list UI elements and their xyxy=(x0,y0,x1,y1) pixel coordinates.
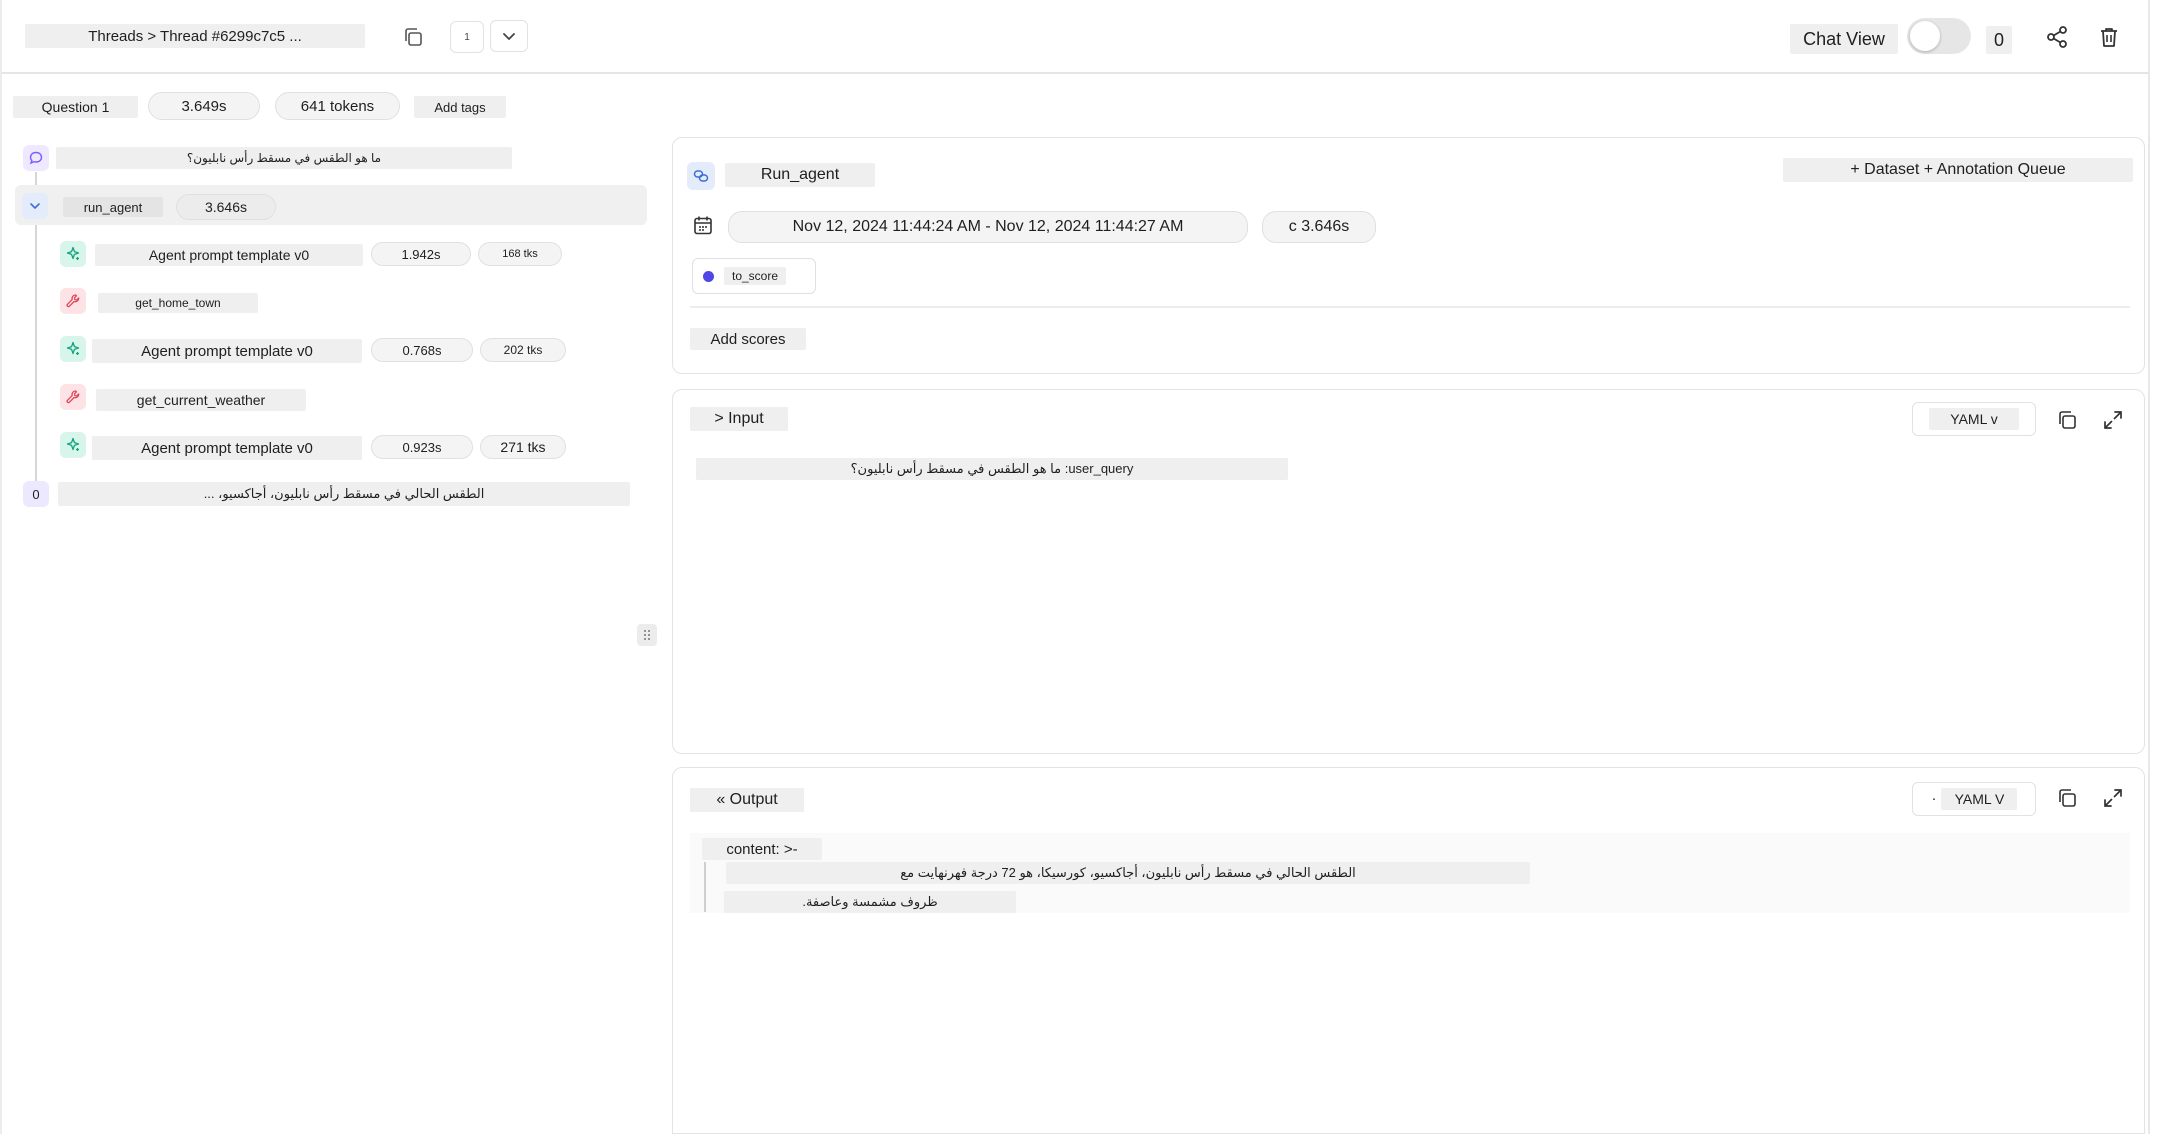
left-edge-divider xyxy=(0,0,2,1134)
share-button[interactable] xyxy=(2040,20,2074,54)
copy-output-button[interactable] xyxy=(2052,783,2082,813)
trace-row-tokens: 202 tks xyxy=(480,338,566,362)
ai-message-badge[interactable]: 0 xyxy=(23,481,49,507)
ai-message-text[interactable]: الطقس الحالي في مسقط رأس نابليون، أجاكسي… xyxy=(58,482,630,506)
output-line-1: الطقس الحالي في مسقط رأس نابليون، أجاكسي… xyxy=(726,862,1530,884)
run-name: Run_agent xyxy=(725,163,875,187)
output-format-value: YAML V xyxy=(1941,788,2018,810)
input-section-toggle[interactable]: > Input xyxy=(690,407,788,431)
next-thread-button[interactable] xyxy=(490,20,528,52)
tree-connector xyxy=(35,222,37,452)
trace-row-latency: 0.768s xyxy=(371,338,473,362)
trace-row-tokens: 271 tks xyxy=(480,435,566,459)
copy-input-button[interactable] xyxy=(2052,405,2082,435)
tag-label: to_score xyxy=(724,267,787,285)
tool-node-icon-box xyxy=(60,384,86,410)
right-edge-divider xyxy=(2148,0,2150,1134)
trace-row-label[interactable]: Agent prompt template v0 xyxy=(92,436,362,460)
expand-output-button[interactable] xyxy=(2098,783,2128,813)
question-label: Question 1 xyxy=(13,96,138,118)
chain-node-icon-box xyxy=(687,162,715,190)
drag-handle-icon xyxy=(644,630,650,640)
sparkle-icon xyxy=(66,437,80,451)
tag-to-score[interactable]: to_score xyxy=(692,258,816,294)
run-agent-latency: 3.646s xyxy=(176,194,276,220)
expand-icon xyxy=(2104,789,2122,807)
total-latency-badge: 3.649s xyxy=(148,92,260,120)
header-divider xyxy=(0,72,2150,74)
output-line-2: ظروف مشمسة وعاصفة. xyxy=(724,891,1016,913)
chevron-down-icon xyxy=(503,33,515,41)
llm-node-icon-box xyxy=(60,241,86,267)
link-chain-icon xyxy=(693,170,709,182)
input-format-select[interactable]: YAML v xyxy=(1912,402,2036,436)
trash-icon xyxy=(2101,28,2117,47)
wrench-icon xyxy=(66,294,80,308)
run-duration: c 3.646s xyxy=(1262,211,1376,243)
sparkle-icon xyxy=(66,246,80,260)
output-section-toggle[interactable]: « Output xyxy=(690,788,804,812)
output-format-prefix: ٠ xyxy=(1930,791,1938,806)
run-details-divider xyxy=(690,306,2130,308)
toggle-knob xyxy=(1910,21,1940,51)
copy-icon xyxy=(405,28,422,46)
add-to-dataset-button[interactable]: + Dataset + Annotation Queue xyxy=(1783,158,2133,182)
collapse-run-agent-button[interactable] xyxy=(22,193,48,219)
output-panel xyxy=(672,767,2145,1134)
trace-row-tokens: 168 tks xyxy=(478,242,562,266)
pane-resize-handle[interactable] xyxy=(637,624,657,646)
input-panel xyxy=(672,389,2145,754)
llm-node-icon-box xyxy=(60,336,86,362)
input-query-value: user_query: ما هو الطقس في مسقط رأس نابل… xyxy=(696,458,1288,480)
delete-button[interactable] xyxy=(2092,20,2126,54)
chat-bubble-icon xyxy=(29,151,43,165)
chat-view-toggle[interactable] xyxy=(1907,18,1971,54)
count-badge: 0 xyxy=(1986,26,2012,54)
trace-row-label[interactable]: get_home_town xyxy=(98,293,258,313)
run-agent-label: run_agent xyxy=(63,197,163,217)
calendar-icon-box xyxy=(690,212,716,238)
output-content-key: content: >- xyxy=(702,838,822,860)
trace-row-latency: 0.923s xyxy=(371,435,473,459)
llm-node-icon-box xyxy=(60,432,86,458)
chevron-down-icon xyxy=(30,203,40,210)
wrench-icon xyxy=(66,390,80,404)
expand-icon xyxy=(2104,411,2122,429)
tool-node-icon-box xyxy=(60,288,86,314)
chat-view-label: Chat View xyxy=(1790,24,1898,54)
add-tags-button[interactable]: Add tags xyxy=(414,96,506,118)
trace-row-label[interactable]: Agent prompt template v0 xyxy=(95,244,363,266)
share-icon xyxy=(2047,26,2067,48)
trace-row-latency: 1.942s xyxy=(371,242,471,266)
copy-icon xyxy=(2059,411,2076,429)
add-scores-button[interactable]: Add scores xyxy=(690,328,806,350)
sparkle-icon xyxy=(66,341,80,355)
output-format-select[interactable]: ٠ YAML V xyxy=(1912,782,2036,816)
breadcrumb[interactable]: Threads > Thread #6299c7c5 ... xyxy=(25,24,365,48)
copy-icon xyxy=(2059,789,2076,807)
page-counter: 1 xyxy=(450,21,484,53)
human-message-node[interactable] xyxy=(23,145,49,171)
run-time-range: Nov 12, 2024 11:44:24 AM - Nov 12, 2024 … xyxy=(728,211,1248,243)
total-tokens-badge[interactable]: 641 tokens xyxy=(275,92,400,120)
input-format-value: YAML v xyxy=(1929,408,2019,430)
output-indent-guide xyxy=(704,862,706,912)
copy-thread-button[interactable] xyxy=(398,22,428,52)
calendar-icon xyxy=(694,216,712,235)
expand-input-button[interactable] xyxy=(2098,405,2128,435)
human-message-text[interactable]: ما هو الطقس في مسقط رأس نابليون؟ xyxy=(56,147,512,169)
tag-dot-icon xyxy=(703,270,714,282)
trace-row-label[interactable]: Agent prompt template v0 xyxy=(92,339,362,363)
trace-row-label[interactable]: get_current_weather xyxy=(96,389,306,411)
